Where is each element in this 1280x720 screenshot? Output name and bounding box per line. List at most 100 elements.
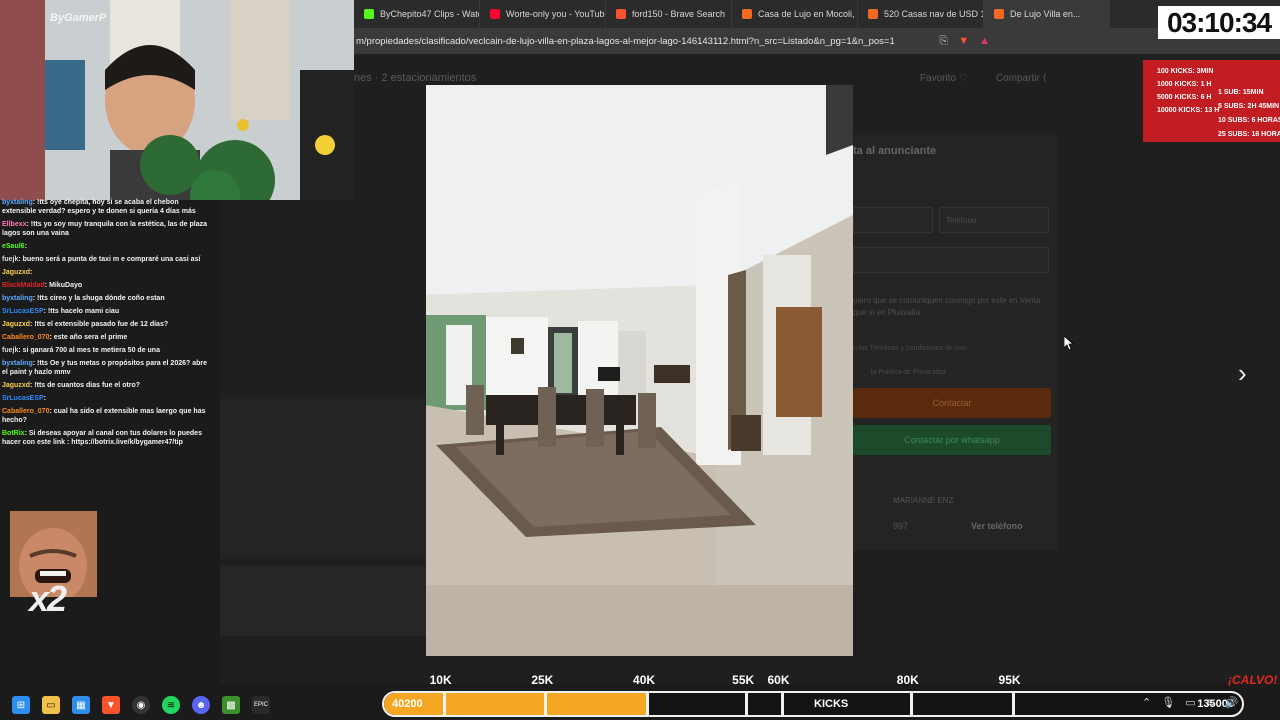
obs-icon[interactable]: ◉ <box>132 696 150 714</box>
minecraft-icon[interactable]: ▩ <box>222 696 240 714</box>
taskbar: ⊞ ▭ ▦ ▼ ◉ ≋ ☻ ▩ EPIC <box>0 690 380 720</box>
volume-icon[interactable]: 🔊 <box>1225 696 1239 709</box>
tab-favicon-icon <box>868 9 878 19</box>
privacy-text[interactable]: la Política de Privacidad <box>871 369 946 376</box>
listing-subtitle: nes · 2 estacionamientos <box>354 72 477 84</box>
message-field[interactable]: uiero que se comuniquen conmigo por este… <box>853 295 1043 319</box>
brave-shields-icon[interactable]: ▼ <box>958 35 969 47</box>
streamer-webcam-image <box>0 0 354 200</box>
chat-text: : !tts Oe y tus metas o propósitos para … <box>2 360 208 376</box>
progress-fill <box>384 693 647 715</box>
chat-message: byxtaling: !tts cireo y la shuga dónde c… <box>0 292 210 305</box>
chat-message: fuejk: bueno será a punta de taxi m e co… <box>0 253 210 266</box>
chat-username[interactable]: Jaguzxd <box>2 382 30 389</box>
chat-username[interactable]: byxtaling <box>2 360 33 367</box>
sub-goal-item: 10 SUBS: 6 HORAS <box>1218 117 1280 124</box>
browser-tab-strip: ByChepito47 Clips - Watch Worte-only you … <box>354 0 1280 28</box>
chat-username[interactable]: fuejk <box>2 256 18 263</box>
listing-actions: Favorito ♡ Compartir ⟨ <box>920 73 1046 84</box>
chat-message: byxtaling: !tts oye chepita, hoy si se a… <box>0 196 210 218</box>
epic-games-icon[interactable]: EPIC <box>252 696 270 714</box>
contact-panel: ta al anunciante Teléfono uiero que se c… <box>853 135 1058 550</box>
chat-message: BlackMaldad: MikuDayo <box>0 279 210 292</box>
phone-field[interactable]: Teléfono <box>939 207 1049 233</box>
tab-title: ford150 - Brave Search <box>632 9 726 19</box>
spotify-icon[interactable]: ≋ <box>162 696 180 714</box>
whatsapp-button[interactable]: Contactar por whatsapp <box>853 425 1051 455</box>
microphone-icon[interactable]: 🎙 <box>1161 696 1175 709</box>
milestone-marker <box>442 693 446 715</box>
villa-interior-image <box>426 85 853 656</box>
sub-goal-item: 25 SUBS: 16 HORAS <box>1218 131 1280 138</box>
browser-tab[interactable]: Casa de Lujo en Mocoli, G <box>732 0 858 28</box>
chat-text: : Si deseas apoyar al canal con tus dola… <box>2 430 202 446</box>
address-bar: m/propiedades/clasificado/veclcain-de-lu… <box>354 28 1280 54</box>
chat-text: : <box>30 269 33 276</box>
browser-tab[interactable]: ford150 - Brave Search <box>606 0 732 28</box>
progress-label: KICKS <box>814 698 849 710</box>
tab-title: Casa de Lujo en Mocoli, G <box>758 9 858 19</box>
ms-store-icon[interactable]: ▦ <box>72 696 90 714</box>
discord-icon[interactable]: ☻ <box>192 696 210 714</box>
browser-tab[interactable]: ByChepito47 Clips - Watch <box>354 0 480 28</box>
chat-username[interactable]: Ellbexx <box>2 221 27 228</box>
contact-title: ta al anunciante <box>853 145 937 157</box>
chat-username[interactable]: SrLucasESP <box>2 308 44 315</box>
favorite-button[interactable]: Favorito ♡ <box>920 73 968 84</box>
file-explorer-icon[interactable]: ▭ <box>42 696 60 714</box>
gallery-thumb[interactable] <box>220 399 426 559</box>
terms-text[interactable]: n los Términos y condiciones de uso. <box>853 345 968 352</box>
chat-username[interactable]: SrLucasESP <box>2 395 44 402</box>
chat-username[interactable]: Jaguzxd <box>2 321 30 328</box>
chat-username[interactable]: Caballero_070 <box>2 334 49 341</box>
milestone-marker <box>909 693 913 715</box>
chat-text: : <box>43 395 46 402</box>
chat-username[interactable]: Caballero_070 <box>2 408 49 415</box>
contact-button[interactable]: Contactar <box>853 388 1051 418</box>
milestone-marker <box>544 693 548 715</box>
system-tray: ⌃ 🎙 ▭ ≋ 🔊 <box>1142 696 1239 709</box>
chat-message: Jaguzxd: <box>0 266 210 279</box>
milestone-marker <box>780 693 784 715</box>
chat-username[interactable]: BotRix <box>2 430 25 437</box>
chat-username[interactable]: fuejk <box>2 347 18 354</box>
display-icon[interactable]: ▭ <box>1185 696 1195 709</box>
browser-tab[interactable]: Worte-only you - YouTube <box>480 0 606 28</box>
milestone-label: 40K <box>633 673 656 687</box>
chat-message: eSaul6: <box>0 240 210 253</box>
url-field[interactable]: m/propiedades/clasificado/veclcain-de-lu… <box>354 36 939 47</box>
name-field[interactable] <box>853 207 933 233</box>
phone-partial: 997 <box>893 521 909 531</box>
share-page-icon[interactable]: ⎘ <box>939 35 948 48</box>
chat-username[interactable]: byxtaling <box>2 295 33 302</box>
chat-message: Caballero_070: este año sera el prime <box>0 331 210 344</box>
brave-rewards-icon[interactable]: ▲ <box>979 35 990 47</box>
gallery-thumb[interactable] <box>220 566 426 636</box>
next-photo-button[interactable]: › <box>1238 358 1247 389</box>
tab-favicon-icon <box>490 9 500 19</box>
mouse-cursor-icon <box>1063 335 1075 355</box>
chat-text: : si ganará 700 al mes te metiera 50 de … <box>18 347 160 354</box>
view-phone-button[interactable]: Ver teléfono <box>971 521 1023 531</box>
milestone-label: 25K <box>531 673 554 687</box>
chat-username[interactable]: byxtaling <box>2 199 33 206</box>
chevron-right-icon: › <box>1238 358 1247 388</box>
chevron-up-icon[interactable]: ⌃ <box>1142 696 1151 709</box>
windows-start-icon[interactable]: ⊞ <box>12 696 30 714</box>
tab-title: ByChepito47 Clips - Watch <box>380 9 480 19</box>
email-field[interactable] <box>853 247 1049 273</box>
phone-placeholder: Teléfono <box>946 216 977 225</box>
share-button[interactable]: Compartir ⟨ <box>996 73 1047 84</box>
browser-tab[interactable]: De Lujo Villa en... <box>984 0 1110 28</box>
wifi-icon[interactable]: ≋ <box>1206 696 1215 709</box>
whatsapp-button-label: Contactar por whatsapp <box>904 435 1000 445</box>
share-icon: ⟨ <box>1042 73 1047 84</box>
chat-username[interactable]: BlackMaldad <box>2 282 45 289</box>
browser-tab[interactable]: 520 Casas nav de USD 1 <box>858 0 984 28</box>
kick-goal-item: 100 KICKS: 3MIN <box>1157 68 1214 75</box>
chat-message: BotRix: Si deseas apoyar al canal con tu… <box>0 427 210 449</box>
chat-username[interactable]: Jaguzxd <box>2 269 30 276</box>
chat-username[interactable]: eSaul6 <box>2 243 25 250</box>
brave-browser-icon[interactable]: ▼ <box>102 696 120 714</box>
chat-message: SrLucasESP: <box>0 392 210 405</box>
